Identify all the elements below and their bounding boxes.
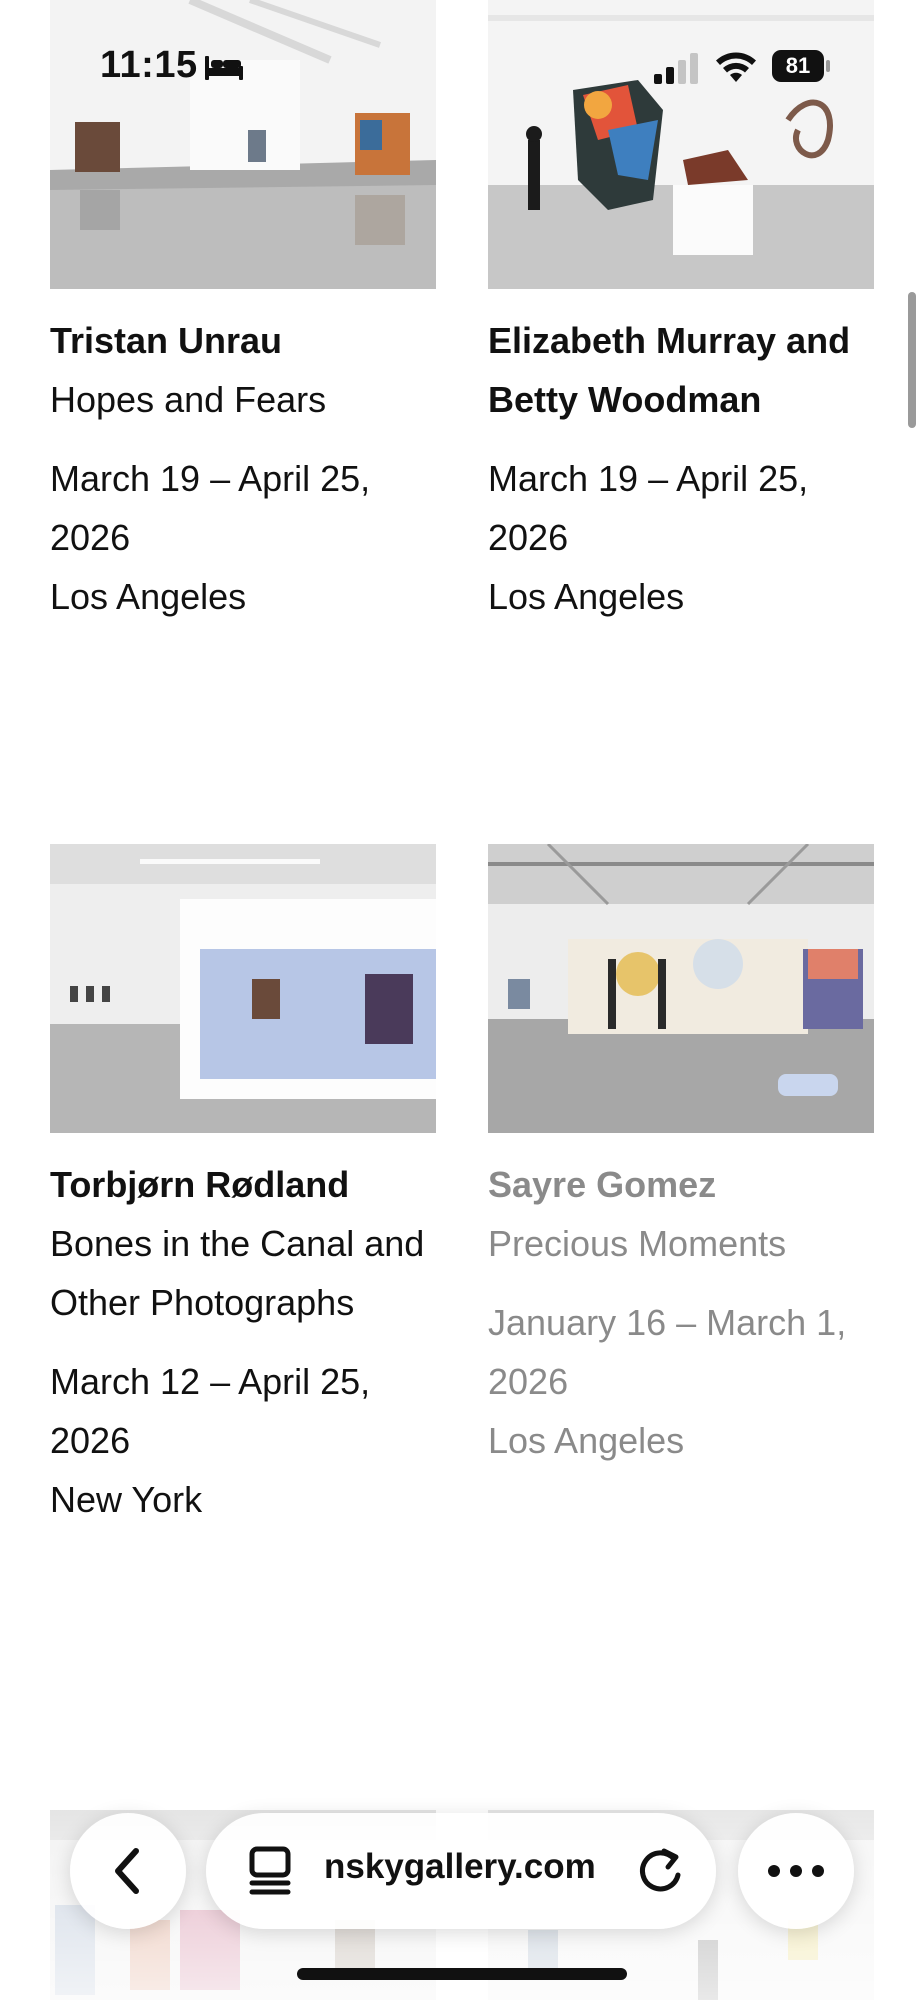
- exhibition-location: Los Angeles: [488, 1420, 685, 1461]
- exhibition-artist[interactable]: Sayre Gomez: [488, 1155, 874, 1214]
- exhibition-dates: March 19 – April 25, 2026: [488, 458, 809, 558]
- exhibition-image[interactable]: [488, 844, 874, 1133]
- exhibition-artist[interactable]: Torbjørn Rødland: [50, 1155, 436, 1214]
- reload-icon[interactable]: [634, 1845, 686, 1897]
- exhibition-card[interactable]: Torbjørn Rødland Bones in the Canal and …: [50, 844, 436, 1529]
- address-bar[interactable]: nskygallery.com: [206, 1813, 716, 1929]
- page-menu-icon[interactable]: [246, 1845, 294, 1897]
- exhibition-image[interactable]: [488, 0, 874, 289]
- back-button[interactable]: [70, 1813, 186, 1929]
- exhibition-title: Bones in the Canal and Other Photographs: [50, 1223, 425, 1323]
- exhibition-dates: March 12 – April 25, 2026: [50, 1361, 371, 1461]
- more-icon: [768, 1865, 824, 1877]
- more-button[interactable]: [738, 1813, 854, 1929]
- home-indicator[interactable]: [297, 1968, 627, 1980]
- exhibition-dates: January 16 – March 1, 2026: [488, 1302, 847, 1402]
- url-text[interactable]: nskygallery.com: [324, 1847, 604, 1887]
- chevron-left-icon: [115, 1848, 139, 1894]
- exhibition-card[interactable]: Tristan Unrau Hopes and Fears March 19 –…: [50, 0, 436, 626]
- scrollbar[interactable]: [908, 292, 916, 428]
- exhibition-image[interactable]: [50, 0, 436, 289]
- exhibition-card[interactable]: Elizabeth Murray and Betty Woodman March…: [488, 0, 874, 626]
- exhibition-location: New York: [50, 1479, 203, 1520]
- exhibition-artist[interactable]: Tristan Unrau: [50, 311, 436, 370]
- exhibition-location: Los Angeles: [50, 576, 247, 617]
- exhibition-title: Precious Moments: [488, 1223, 787, 1264]
- exhibition-title: Hopes and Fears: [50, 379, 327, 420]
- exhibition-artist[interactable]: Elizabeth Murray and Betty Woodman: [488, 311, 874, 429]
- exhibition-card[interactable]: Sayre Gomez Precious Moments January 16 …: [488, 844, 874, 1470]
- exhibition-location: Los Angeles: [488, 576, 685, 617]
- exhibition-image[interactable]: [50, 844, 436, 1133]
- exhibition-dates: March 19 – April 25, 2026: [50, 458, 371, 558]
